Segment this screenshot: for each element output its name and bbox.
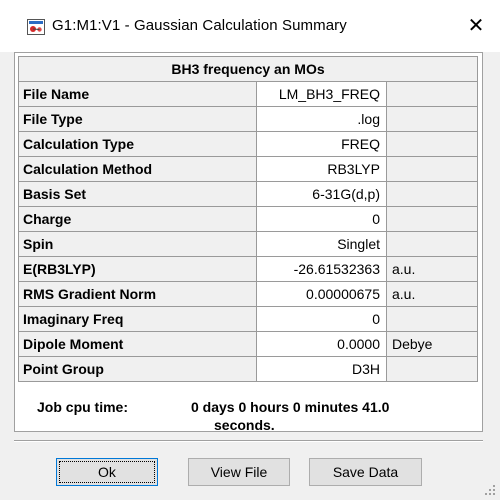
summary-row-value: 0.0000 [256,331,387,357]
summary-row-unit [386,106,478,132]
summary-row-unit: a.u. [386,256,478,282]
summary-row-label: Point Group [18,356,257,382]
summary-row-label: Calculation Method [18,156,257,182]
gaussview-app-icon [27,19,45,35]
summary-row-value: D3H [256,356,387,382]
view-file-button-label: View File [210,464,268,480]
close-icon: ✕ [467,15,485,37]
window-title: G1:M1:V1 - Gaussian Calculation Summary [52,17,347,34]
resize-grip-icon[interactable] [484,484,496,496]
summary-row-value: RB3LYP [256,156,387,182]
summary-row-label: Imaginary Freq [18,306,257,332]
cpu-time-line: Job cpu time: 0 days 0 hours 0 minutes 41… [37,399,389,415]
cpu-time-label: Job cpu time: [37,399,129,415]
summary-row-value: 0.00000675 [256,281,387,307]
summary-row-label: RMS Gradient Norm [18,281,257,307]
summary-row-value: LM_BH3_FREQ [256,81,387,107]
summary-row-label: E(RB3LYP) [18,256,257,282]
summary-row-value: 0 [256,306,387,332]
summary-row: Spin Singlet [18,231,478,257]
summary-row-unit: a.u. [386,281,478,307]
summary-row: Charge 0 [18,206,478,232]
summary-row-value: -26.61532363 [256,256,387,282]
summary-row-unit [386,131,478,157]
summary-table: BH3 frequency an MOs File Name LM_BH3_FRE… [18,56,478,382]
title-bar[interactable]: G1:M1:V1 - Gaussian Calculation Summary … [0,0,500,52]
summary-row-unit [386,356,478,382]
summary-row-label: Charge [18,206,257,232]
summary-panel: BH3 frequency an MOs File Name LM_BH3_FRE… [14,52,483,433]
summary-row: Imaginary Freq 0 [18,306,478,332]
summary-row-unit [386,181,478,207]
summary-caption: BH3 frequency an MOs [18,56,478,82]
focus-ring [59,461,155,483]
summary-row-label: Spin [18,231,257,257]
separator [14,440,483,442]
summary-row-value: Singlet [256,231,387,257]
summary-row-value: 6-31G(d,p) [256,181,387,207]
summary-row: Point Group D3H [18,356,478,382]
summary-row: Calculation Method RB3LYP [18,156,478,182]
summary-row-unit [386,81,478,107]
cpu-time-value: 0 days 0 hours 0 minutes 41.0 [191,399,390,415]
gaussian-summary-dialog: G1:M1:V1 - Gaussian Calculation Summary … [0,0,500,500]
summary-row-value: .log [256,106,387,132]
summary-row: Basis Set 6-31G(d,p) [18,181,478,207]
summary-row: Dipole Moment 0.0000 Debye [18,331,478,357]
summary-row: RMS Gradient Norm 0.00000675 a.u. [18,281,478,307]
summary-row-unit [386,306,478,332]
summary-row-unit [386,156,478,182]
summary-row-value: FREQ [256,131,387,157]
cpu-time-value-continued: seconds. [214,417,275,433]
summary-row-label: Calculation Type [18,131,257,157]
summary-row: E(RB3LYP) -26.61532363 a.u. [18,256,478,282]
summary-row-label: Basis Set [18,181,257,207]
view-file-button[interactable]: View File [188,458,290,486]
summary-caption-row: BH3 frequency an MOs [18,56,478,82]
summary-row-value: 0 [256,206,387,232]
summary-row-label: File Type [18,106,257,132]
summary-row: Calculation Type FREQ [18,131,478,157]
close-button[interactable]: ✕ [463,13,489,39]
summary-row-label: File Name [18,81,257,107]
summary-row-unit [386,206,478,232]
summary-row: File Type .log [18,106,478,132]
summary-row-unit: Debye [386,331,478,357]
save-data-button-label: Save Data [332,464,399,480]
summary-row-label: Dipole Moment [18,331,257,357]
ok-button[interactable]: Ok [56,458,158,486]
summary-row-unit [386,231,478,257]
summary-row: File Name LM_BH3_FREQ [18,81,478,107]
save-data-button[interactable]: Save Data [309,458,422,486]
